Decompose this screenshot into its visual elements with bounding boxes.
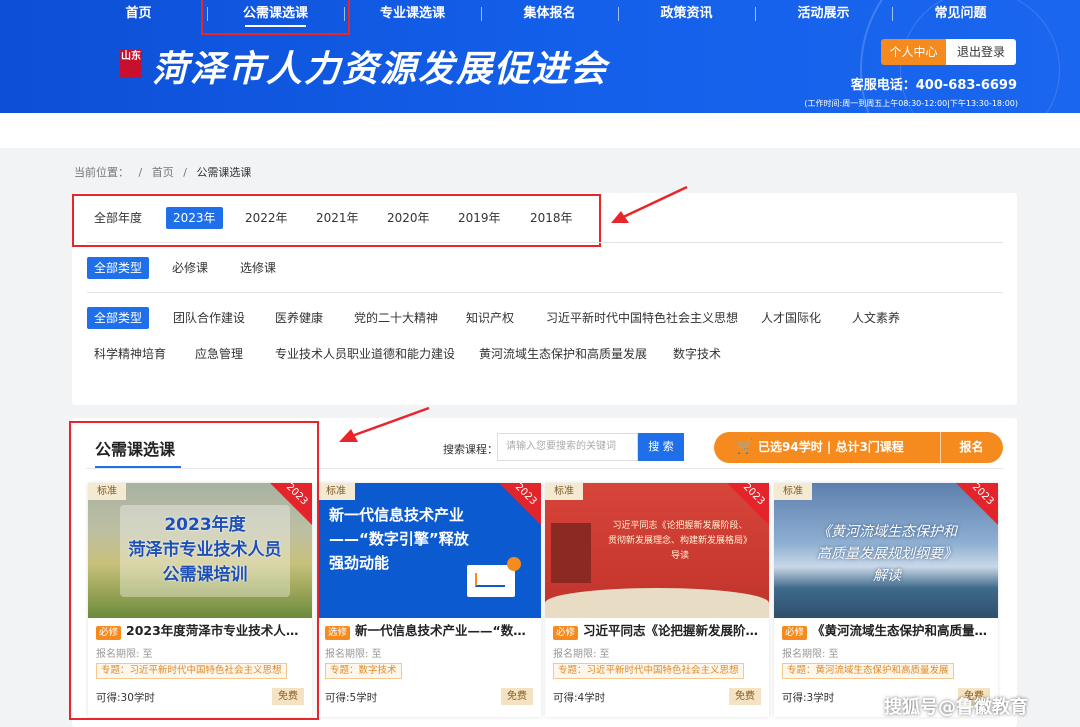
main-nav: 首页 公需课选课 专业课选课 集体报名 政策资讯 活动展示 常见问题 — [70, 0, 1030, 35]
filter-topic-xi-thought[interactable]: 习近平新时代中国特色社会主义思想 — [539, 307, 745, 329]
nav-item-group-signup[interactable]: 集体报名 — [481, 0, 618, 28]
cloud-illustration — [545, 588, 769, 618]
breadcrumb: 当前位置： / 首页 / 公需课选课 — [74, 164, 257, 180]
filter-type-elective[interactable]: 选修课 — [233, 257, 283, 279]
watermark: 搜狐号@鲁徽教育 — [884, 697, 1028, 718]
cover-text: 解读 — [873, 568, 901, 584]
cover-text: ——“数字引擎”释放 — [329, 530, 469, 548]
filter-topic-ip[interactable]: 知识产权 — [459, 307, 521, 329]
nav-item-public-courses[interactable]: 公需课选课 — [201, 0, 350, 35]
breadcrumb-current: 公需课选课 — [196, 166, 252, 179]
enroll-deadline: 报名期限: 至 — [782, 649, 839, 660]
logout-button[interactable]: 退出登录 — [946, 39, 1016, 65]
course-title[interactable]: 必修《黄河流域生态保护和高质量发展规划纲要》解读 — [782, 623, 992, 640]
red-arrow-icon — [611, 185, 688, 223]
standard-tag: 标准 — [545, 483, 583, 500]
nav-item-policy-news[interactable]: 政策资讯 — [618, 0, 755, 28]
filter-topic-digital[interactable]: 数字技术 — [666, 343, 728, 365]
illustration-person-icon — [507, 557, 521, 571]
standard-tag: 标准 — [317, 483, 355, 500]
course-title[interactable]: 选修新一代信息技术产业——“数字引擎”释放强劲动能 — [325, 623, 535, 640]
filter-topic-ethics[interactable]: 专业技术人员职业道德和能力建设 — [268, 343, 462, 365]
course-type-badge: 选修 — [325, 626, 351, 640]
course-card[interactable]: 新一代信息技术产业 ——“数字引擎”释放 强劲动能 标准 2023 选修 新一代信… — [317, 483, 541, 717]
nav-item-home[interactable]: 首页 — [70, 0, 207, 28]
cover-text: 导读 — [670, 551, 689, 561]
header-spacer — [0, 113, 1080, 148]
filter-topic-teamwork[interactable]: 团队合作建设 — [166, 307, 252, 329]
nav-item-professional-courses[interactable]: 专业课选课 — [344, 0, 481, 28]
course-card[interactable]: 《黄河流域生态保护和 高质量发展规划纲要》 解读 标准 2023 必修 《黄河流域… — [774, 483, 998, 717]
filter-type-required[interactable]: 必修课 — [165, 257, 215, 279]
divider — [87, 242, 1003, 243]
cover-text: 高质量发展规划纲要》 — [817, 546, 957, 562]
pavilion-illustration — [551, 523, 591, 583]
course-title-text: 《黄河流域生态保护和高质量发展规划纲要》解读 — [812, 623, 992, 638]
credit-hours: 可得:3学时 — [782, 692, 835, 704]
topic-badge: 专题：黄河流域生态保护和高质量发展 — [782, 663, 954, 679]
first-course-highlight — [69, 421, 319, 720]
course-title-text: 习近平同志《论把握新发展阶段、贯彻新发展理念、构建新发展格局》 — [583, 623, 763, 638]
filter-type-all[interactable]: 全部类型 — [87, 257, 150, 279]
breadcrumb-separator: / — [138, 166, 143, 179]
year-filter-highlight — [72, 194, 601, 247]
service-hotline: 客服电话：400-683-6699 — [850, 78, 1017, 93]
course-type-badge: 必修 — [782, 626, 808, 640]
nav-item-faq[interactable]: 常见问题 — [892, 0, 1029, 28]
course-type-badge: 必修 — [553, 626, 579, 640]
course-card[interactable]: 习近平同志《论把握新发展阶段、 贯彻新发展理念、构建新发展格局》 导读 标准 2… — [545, 483, 769, 717]
illustration-chart-icon — [467, 565, 515, 597]
user-center-button[interactable]: 个人中心 — [881, 39, 946, 65]
cover-text: 新一代信息技术产业 — [329, 506, 465, 524]
service-hours: (工作时间:周一到周五上午08:30-12:00|下午13:30-18:00) — [804, 99, 1018, 108]
breadcrumb-label: 当前位置： — [74, 166, 129, 179]
site-logo-title[interactable]: 菏泽市人力资源发展促进会 — [152, 40, 608, 92]
standard-tag: 标准 — [774, 483, 812, 500]
course-title[interactable]: 必修习近平同志《论把握新发展阶段、贯彻新发展理念、构建新发展格局》 — [553, 623, 763, 640]
highlight-box — [201, 0, 350, 35]
nav-item-events[interactable]: 活动展示 — [755, 0, 892, 28]
course-cover: 新一代信息技术产业 ——“数字引擎”释放 强劲动能 标准 2023 — [317, 483, 541, 618]
selected-courses-bar[interactable]: 🛒 已选94学时 | 总计3门课程 报名 — [714, 432, 1003, 463]
site-header: 首页 公需课选课 专业课选课 集体报名 政策资讯 活动展示 常见问题 山东 菏泽… — [0, 0, 1080, 113]
filter-topic-emergency[interactable]: 应急管理 — [188, 343, 250, 365]
search-input[interactable]: 请输入您要搜索的关键词 — [497, 433, 638, 461]
logo-badge: 山东 — [120, 50, 142, 78]
course-title-text: 新一代信息技术产业——“数字引擎”释放强劲动能 — [355, 623, 535, 638]
enroll-deadline: 报名期限: 至 — [325, 649, 382, 660]
search-button[interactable]: 搜 索 — [638, 433, 684, 461]
topic-badge: 专题：数字技术 — [325, 663, 402, 679]
filter-topic-humanities[interactable]: 人文素养 — [845, 307, 907, 329]
cover-text: 贯彻新发展理念、构建新发展格局》 — [607, 536, 752, 546]
cover-text: 强劲动能 — [329, 554, 390, 572]
breadcrumb-home[interactable]: 首页 — [152, 166, 174, 179]
filter-topic-talent[interactable]: 人才国际化 — [754, 307, 828, 329]
enroll-button[interactable]: 报名 — [940, 432, 1003, 463]
filter-topic-yellow-river[interactable]: 黄河流域生态保护和高质量发展 — [472, 343, 654, 365]
course-cover: 习近平同志《论把握新发展阶段、 贯彻新发展理念、构建新发展格局》 导读 标准 2… — [545, 483, 769, 618]
credit-hours: 可得:5学时 — [325, 692, 378, 704]
red-arrow-icon — [339, 406, 430, 442]
credit-hours: 可得:4学时 — [553, 692, 606, 704]
filter-topic-science[interactable]: 科学精神培育 — [87, 343, 173, 365]
filter-topic-20th-congress[interactable]: 党的二十大精神 — [347, 307, 445, 329]
divider — [87, 292, 1003, 293]
cart-icon: 🛒 — [736, 439, 754, 455]
course-cover: 《黄河流域生态保护和 高质量发展规划纲要》 解读 标准 2023 — [774, 483, 998, 618]
filter-topic-all[interactable]: 全部类型 — [87, 307, 150, 329]
price-badge: 免费 — [501, 688, 533, 705]
enroll-deadline: 报名期限: 至 — [553, 649, 610, 660]
filter-topic-health[interactable]: 医养健康 — [268, 307, 330, 329]
price-badge: 免费 — [729, 688, 761, 705]
topic-badge: 专题：习近平新时代中国特色社会主义思想 — [553, 663, 744, 679]
search-label: 搜索课程： — [443, 443, 498, 456]
breadcrumb-separator: / — [183, 166, 187, 179]
selected-summary: 已选94学时 | 总计3门课程 — [758, 440, 904, 454]
